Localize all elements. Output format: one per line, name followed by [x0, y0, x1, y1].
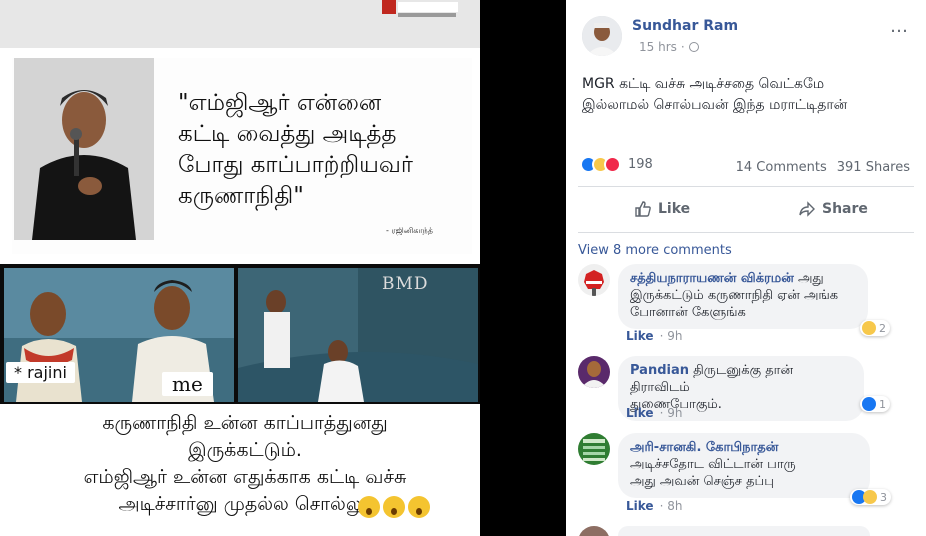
comment-reactions[interactable]: 1: [860, 396, 890, 412]
surprised-emoji-icon: [383, 496, 405, 518]
like-label: Like: [658, 201, 691, 217]
commenter-avatar[interactable]: [578, 433, 610, 465]
speaker-photo: [14, 58, 154, 240]
quote-attribution: - ரஜினிகாந்த்: [386, 226, 433, 235]
commenter-name[interactable]: சத்தியநாராயணன் விக்ரமன்: [630, 271, 794, 286]
comment-time[interactable]: 8h: [667, 499, 682, 513]
divider: [578, 186, 914, 187]
comment-bubble: சத்தியநாராயணன் விக்ரமன் அது இருக்கட்டும்…: [618, 264, 868, 329]
globe-icon: [688, 42, 699, 52]
comment-reaction-count: 1: [879, 397, 886, 411]
comment-bubble: அரி-சானகி. கோபிநாதன் அடிச்சதோட விட்டான் …: [618, 433, 870, 498]
share-label: Share: [822, 201, 868, 217]
author-avatar[interactable]: [582, 16, 622, 56]
engagement-counts: 14 Comments 391 Shares: [736, 160, 910, 175]
comment-like-link[interactable]: Like: [626, 406, 654, 420]
photo-viewer: "எம்ஜிஆர் என்னை கட்டி வைத்து அடித்த போது…: [0, 0, 926, 536]
surprised-emoji-icon: [408, 496, 430, 518]
post-image[interactable]: "எம்ஜிஆர் என்னை கட்டி வைத்து அடித்த போது…: [0, 0, 566, 536]
comments-count[interactable]: 14 Comments: [736, 160, 827, 175]
haha-reaction-icon: [863, 490, 877, 504]
post-time[interactable]: 15 hrs: [639, 40, 677, 54]
quote-text: "எம்ஜிஆர் என்னை கட்டி வைத்து அடித்த போது…: [178, 90, 413, 209]
thumbs-up-icon: [635, 201, 651, 217]
channel-logo: [382, 0, 458, 17]
commenter-name[interactable]: Pandian: [630, 363, 689, 378]
comment-text: போனான் கேளுங்க: [630, 305, 746, 320]
comment-like-link[interactable]: Like: [626, 499, 654, 513]
comment-time[interactable]: 9h: [667, 406, 682, 420]
commenter-name[interactable]: அரி-சானகி. கோபிநாதன்: [630, 440, 778, 455]
comment-time[interactable]: 9h: [667, 329, 682, 343]
comment-actions: Like · 8h: [626, 499, 683, 513]
meme-card: "எம்ஜிஆர் என்னை கட்டி வைத்து அடித்த போது…: [0, 0, 480, 536]
label-rajini: * rajini: [6, 362, 75, 383]
view-more-comments-link[interactable]: View 8 more comments: [578, 243, 732, 258]
author-name[interactable]: Sundhar Ram: [632, 18, 738, 34]
comment-text: இருக்கட்டும் கருணாநிதி ஏன் அங்க: [630, 288, 839, 303]
commenter-avatar[interactable]: [578, 356, 610, 388]
post-details-panel: Sundhar Ram 15 hrs · … MGR கட்டி வச்சு அ…: [566, 0, 926, 536]
shares-count[interactable]: 391 Shares: [837, 160, 910, 175]
reaction-count[interactable]: 198: [628, 157, 653, 172]
comment-reaction-count: 3: [880, 490, 887, 504]
watermark: BMD: [382, 274, 429, 294]
comment-reactions[interactable]: 3: [850, 489, 891, 505]
post-text: MGR கட்டி வச்சு அடிச்சதை வெட்கமே இல்லாமல…: [582, 76, 848, 113]
like-reaction-icon: [862, 397, 876, 411]
comment-bubble: [618, 526, 870, 536]
label-me: me: [162, 372, 213, 396]
comment-actions: Like · 9h: [626, 406, 683, 420]
comment-text: அது அவன் செஞ்ச தப்பு: [630, 474, 774, 489]
post-meta: 15 hrs ·: [639, 40, 699, 54]
comment-actions: Like · 9h: [626, 329, 683, 343]
like-button[interactable]: Like: [634, 200, 690, 218]
comment-text: அது: [797, 271, 824, 286]
haha-reaction-icon: [862, 321, 876, 335]
commenter-avatar[interactable]: [578, 264, 610, 296]
reaction-summary[interactable]: 198: [580, 156, 653, 173]
commenter-avatar[interactable]: [578, 526, 610, 536]
comment-reactions[interactable]: 2: [860, 320, 890, 336]
share-arrow-icon: [799, 201, 815, 217]
comment-like-link[interactable]: Like: [626, 329, 654, 343]
more-options-icon[interactable]: …: [890, 16, 909, 37]
comment-reaction-count: 2: [879, 321, 886, 335]
caption-emojis: [358, 496, 430, 518]
comment-text: அடிச்சதோட விட்டான் பாரு: [630, 457, 796, 472]
love-reaction-icon: [604, 156, 621, 173]
share-button[interactable]: Share: [798, 200, 868, 218]
movie-still-right: [238, 268, 478, 402]
divider: [578, 232, 914, 233]
surprised-emoji-icon: [358, 496, 380, 518]
